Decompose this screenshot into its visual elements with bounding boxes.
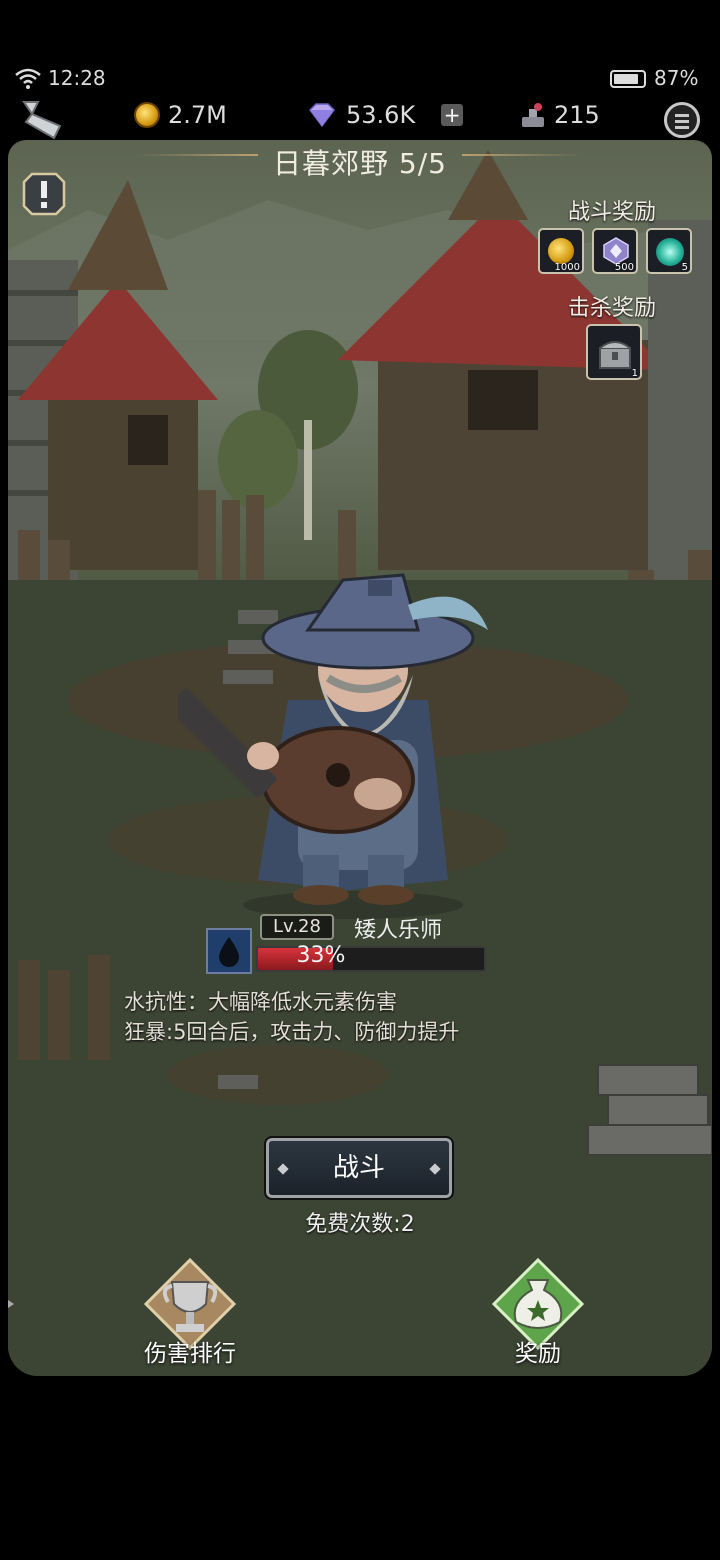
free-attempts: 免费次数:2 [305,1212,415,1237]
boss-hp-text: 33% [296,943,346,968]
battery-icon [610,70,646,88]
battle-scene: 日暮郊野 5/5 战斗奖励 1000 500 5 击杀奖励 1 Lv.28 矮人… [8,140,712,1376]
alert-icon[interactable] [22,172,66,216]
trait-berserk: 狂暴:5回合后，攻击力、防御力提升 [124,1020,460,1044]
reward-count: 5 [681,262,688,273]
reward-count: 1 [631,368,638,379]
back-button[interactable] [18,96,68,142]
potion-counter: 215 [520,98,600,132]
reward-treasure-chest[interactable]: 1 [586,324,642,380]
boss-name: 矮人乐师 [354,918,443,943]
diamond-counter: 53.6K + [306,98,464,132]
reward-count: 500 [614,262,634,273]
battery-percent: 87% [654,66,699,90]
reward-label: 奖励 [515,1341,561,1367]
battle-rewards-label: 战斗奖励 [568,200,657,225]
potion-amount: 215 [554,101,600,129]
gold-amount: 2.7M [168,101,227,129]
reward-gold-coin[interactable]: 1000 [538,228,584,274]
status-bar: 12:28 87% [0,60,720,96]
add-diamonds-button[interactable]: + [441,104,464,126]
fight-button-label: 战斗 [332,1153,385,1183]
reward-teal-orb[interactable]: 5 [646,228,692,274]
wifi-icon [15,68,41,89]
water-element-icon [206,928,252,974]
clock: 12:28 [48,66,106,90]
potion-icon [522,103,544,127]
diamond-amount: 53.6K [346,101,416,129]
boss-level: Lv.28 [260,914,334,940]
menu-button[interactable] [664,102,700,138]
reward-count: 1000 [554,262,580,273]
gold-coin-icon [548,238,574,264]
boss-dwarf-musician[interactable] [178,560,508,920]
teal-orb-icon [656,238,684,266]
gold-coin-icon [134,102,160,128]
fight-button[interactable]: 战斗 [264,1136,454,1200]
treasure-chest-icon [599,341,631,369]
trait-water-resistance: 水抗性：大幅降低水元素伤害 [124,990,397,1014]
stage-title: 日暮郊野 5/5 [273,147,447,180]
damage-ranking-label: 伤害排行 [144,1341,236,1367]
kill-rewards-label: 击杀奖励 [568,296,657,321]
diamond-icon [309,103,335,128]
reward-crystal[interactable]: 500 [592,228,638,274]
resource-bar: 2.7M 53.6K + 215 [0,96,720,146]
gold-counter: 2.7M [134,98,227,132]
